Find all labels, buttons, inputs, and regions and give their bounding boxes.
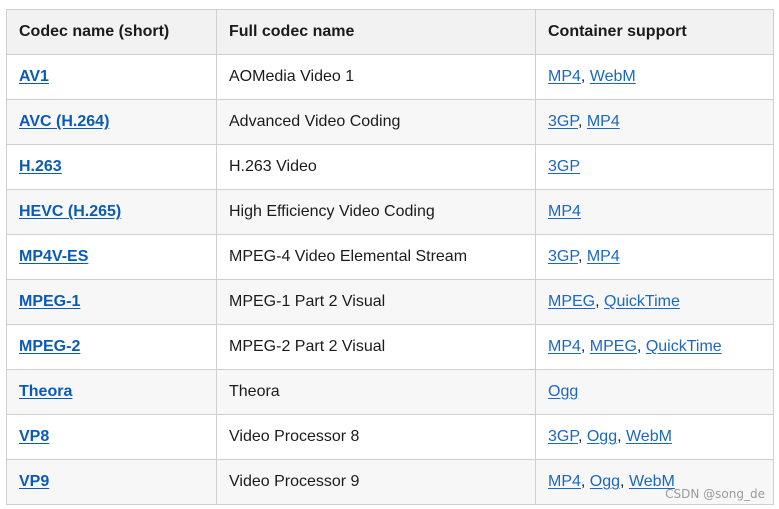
codec-link[interactable]: MPEG-2 [19, 338, 80, 355]
container-link[interactable]: MPEG [590, 338, 637, 355]
container-link[interactable]: WebM [626, 428, 672, 445]
codec-short-name-cell: MPEG-2 [6, 324, 217, 370]
container-link[interactable]: MP4 [548, 68, 581, 85]
container-support-cell: Ogg [535, 369, 774, 415]
codec-full-name-cell: High Efficiency Video Coding [216, 189, 536, 235]
container-link[interactable]: MPEG [548, 293, 595, 310]
container-link[interactable]: QuickTime [646, 338, 722, 355]
table-row: MPEG-2 MPEG-2 Part 2 Visual MP4, MPEG, Qui… [6, 324, 774, 370]
container-separator: , [577, 428, 587, 445]
codec-short-name-cell: VP9 [6, 459, 217, 505]
container-separator: , [580, 68, 590, 85]
container-link[interactable]: MP4 [548, 473, 581, 490]
codec-short-name-cell: H.263 [6, 144, 217, 190]
container-link[interactable]: 3GP [548, 158, 580, 175]
codec-full-name-cell: MPEG-1 Part 2 Visual [216, 279, 536, 325]
codec-full-name-cell: AOMedia Video 1 [216, 54, 536, 100]
container-support-cell: 3GP, Ogg, WebM [535, 414, 774, 460]
codec-link[interactable]: HEVC (H.265) [19, 203, 121, 220]
table-row: HEVC (H.265) High Efficiency Video Coding… [6, 189, 774, 235]
codec-full-name-cell: Advanced Video Coding [216, 99, 536, 145]
container-link[interactable]: Ogg [590, 473, 620, 490]
table-row: VP8 Video Processor 8 3GP, Ogg, WebM [6, 414, 774, 460]
container-link[interactable]: Ogg [548, 383, 578, 400]
container-link[interactable]: Ogg [587, 428, 617, 445]
container-link[interactable]: WebM [590, 68, 636, 85]
codec-short-name-cell: VP8 [6, 414, 217, 460]
container-support-cell: MP4, WebM [535, 54, 774, 100]
table-row: VP9 Video Processor 9 MP4, Ogg, WebM [6, 459, 774, 505]
container-separator: , [580, 473, 590, 490]
codec-table: Codec name (short) Full codec name Conta… [6, 9, 774, 505]
container-separator: , [636, 338, 646, 355]
codec-short-name-cell: HEVC (H.265) [6, 189, 217, 235]
container-separator: , [595, 293, 605, 310]
container-separator: , [577, 248, 587, 265]
container-support-cell: 3GP, MP4 [535, 234, 774, 280]
column-header-container-support: Container support [535, 9, 774, 55]
container-link[interactable]: MP4 [587, 248, 620, 265]
container-link[interactable]: QuickTime [604, 293, 680, 310]
table-body: AV1 AOMedia Video 1 MP4, WebM AVC (H.264) Ad… [6, 54, 774, 505]
codec-full-name-cell: MPEG-4 Video Elemental Stream [216, 234, 536, 280]
codec-link[interactable]: H.263 [19, 158, 62, 175]
container-link[interactable]: 3GP [548, 113, 578, 130]
container-link[interactable]: 3GP [548, 248, 578, 265]
table-row: MPEG-1 MPEG-1 Part 2 Visual MPEG, QuickTim… [6, 279, 774, 325]
container-link[interactable]: MP4 [548, 338, 581, 355]
codec-short-name-cell: AV1 [6, 54, 217, 100]
codec-link[interactable]: AV1 [19, 68, 49, 85]
table-row: AVC (H.264) Advanced Video Coding 3GP, MP4 [6, 99, 774, 145]
container-separator: , [617, 428, 626, 445]
table-row: AV1 AOMedia Video 1 MP4, WebM [6, 54, 774, 100]
container-link[interactable]: MP4 [587, 113, 620, 130]
codec-full-name-cell: H.263 Video [216, 144, 536, 190]
container-separator: , [620, 473, 629, 490]
container-link[interactable]: 3GP [548, 428, 578, 445]
codec-short-name-cell: AVC (H.264) [6, 99, 217, 145]
table-header-row: Codec name (short) Full codec name Conta… [6, 9, 774, 55]
column-header-short-name: Codec name (short) [6, 9, 217, 55]
codec-full-name-cell: MPEG-2 Part 2 Visual [216, 324, 536, 370]
codec-link[interactable]: VP9 [19, 473, 49, 490]
codec-full-name-cell: Theora [216, 369, 536, 415]
table-row: H.263 H.263 Video 3GP [6, 144, 774, 190]
column-header-full-name: Full codec name [216, 9, 536, 55]
codec-short-name-cell: MPEG-1 [6, 279, 217, 325]
container-support-cell: 3GP [535, 144, 774, 190]
watermark: CSDN @song_de [665, 487, 765, 501]
container-link[interactable]: MP4 [548, 203, 581, 220]
codec-short-name-cell: Theora [6, 369, 217, 415]
container-support-cell: MP4 [535, 189, 774, 235]
container-support-cell: 3GP, MP4 [535, 99, 774, 145]
container-separator: , [577, 113, 587, 130]
codec-short-name-cell: MP4V-ES [6, 234, 217, 280]
codec-link[interactable]: MPEG-1 [19, 293, 80, 310]
codec-link[interactable]: MP4V-ES [19, 248, 88, 265]
codec-link[interactable]: Theora [19, 383, 72, 400]
codec-link[interactable]: AVC (H.264) [19, 113, 109, 130]
codec-link[interactable]: VP8 [19, 428, 49, 445]
table-row: Theora Theora Ogg [6, 369, 774, 415]
table-row: MP4V-ES MPEG-4 Video Elemental Stream 3GP,… [6, 234, 774, 280]
codec-full-name-cell: Video Processor 9 [216, 459, 536, 505]
container-support-cell: MPEG, QuickTime [535, 279, 774, 325]
container-separator: , [580, 338, 590, 355]
codec-full-name-cell: Video Processor 8 [216, 414, 536, 460]
container-support-cell: MP4, MPEG, QuickTime [535, 324, 774, 370]
